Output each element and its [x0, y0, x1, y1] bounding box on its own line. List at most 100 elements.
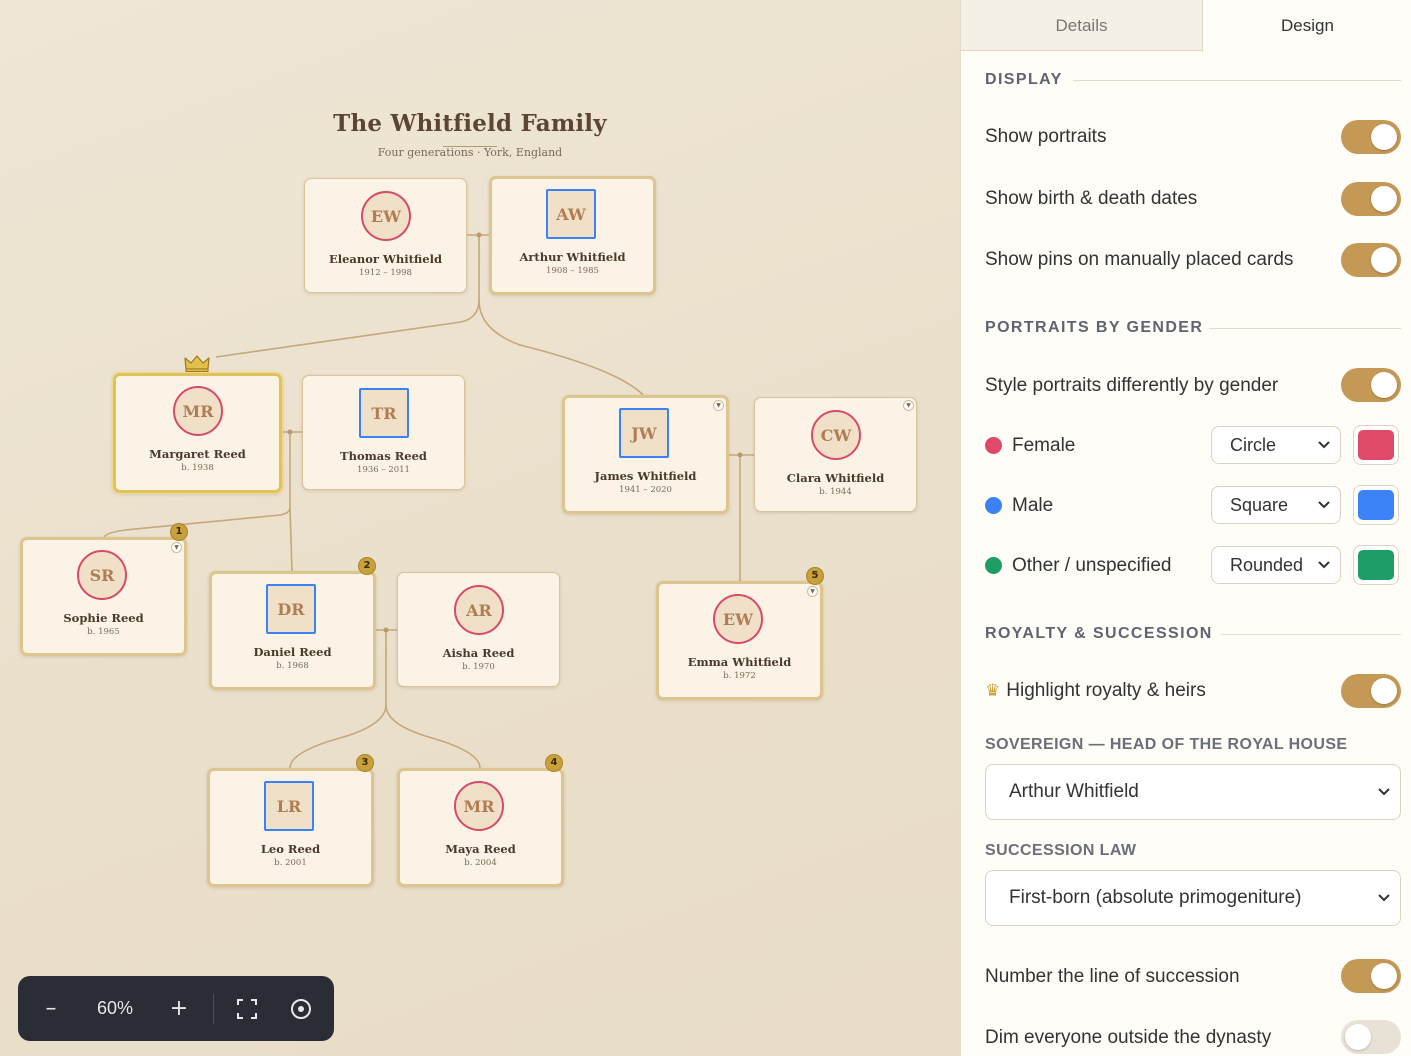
person-dates: 1912 – 1998	[359, 268, 412, 278]
person-card-aisha[interactable]: AR Aisha Reed b. 1970	[397, 572, 560, 687]
toolbar-divider	[213, 994, 214, 1024]
show-dates-toggle[interactable]	[1341, 182, 1401, 216]
person-dates: 1936 – 2011	[357, 465, 410, 475]
pin-icon[interactable]: ▼	[713, 400, 724, 411]
show-portraits-label: Show portraits	[985, 126, 1107, 147]
person-name: Daniel Reed	[253, 645, 332, 659]
person-card-arthur[interactable]: AW Arthur Whitfield 1908 – 1985	[489, 176, 656, 295]
tree-subtitle: Four generations · York, England	[377, 146, 563, 159]
succession-law-label: SUCCESSION LAW	[985, 842, 1137, 859]
male-shape-value: Square	[1230, 494, 1289, 515]
tab-design[interactable]: Design	[1202, 0, 1411, 52]
zoom-level: 60%	[96, 998, 134, 1018]
crown-icon: ♛	[985, 681, 1001, 700]
succession-badge: 2	[358, 557, 376, 575]
show-dates-label: Show birth & death dates	[985, 188, 1198, 209]
succession-law-select[interactable]: First-born (absolute primogeniture)	[985, 870, 1401, 926]
female-shape-select[interactable]: Circle	[1211, 426, 1341, 464]
person-card-margaret[interactable]: MR Margaret Reed b. 1938	[113, 373, 282, 493]
person-card-james[interactable]: JW James Whitfield 1941 – 2020 ▼	[562, 395, 729, 514]
union-dot	[287, 429, 293, 435]
portrait-emma: EW	[713, 594, 763, 644]
female-color-dot	[985, 437, 1002, 454]
other-shape-value: Rounded	[1230, 554, 1304, 575]
portrait-margaret: MR	[173, 386, 223, 436]
other-color-swatch[interactable]	[1353, 545, 1399, 585]
sovereign-label: SOVEREIGN — HEAD OF THE ROYAL HOUSE	[985, 736, 1348, 753]
tree-title: The Whitfield Family	[333, 110, 607, 137]
tree-canvas[interactable]: The Whitfield Family Four generations · …	[0, 0, 960, 1056]
person-card-leo[interactable]: LR Leo Reed b. 2001	[207, 768, 374, 887]
person-name: James Whitfield	[594, 469, 697, 483]
highlight-royalty-toggle[interactable]	[1341, 674, 1401, 708]
person-card-sophie[interactable]: SR Sophie Reed b. 1965 ▼	[20, 537, 187, 656]
person-card-eleanor[interactable]: EW Eleanor Whitfield 1912 – 1998	[304, 178, 467, 293]
union-dot	[737, 452, 743, 458]
target-icon	[291, 998, 311, 1019]
side-panel: Details Design DISPLAY Show portraits Sh…	[960, 0, 1411, 1056]
person-name: Maya Reed	[445, 842, 516, 856]
person-dates: b. 1972	[723, 671, 756, 681]
connector-line	[289, 507, 293, 573]
pin-icon[interactable]: ▼	[807, 586, 818, 597]
portrait-james: JW	[619, 408, 669, 458]
person-name: Arthur Whitfield	[519, 250, 626, 264]
section-divider	[1073, 80, 1401, 81]
dim-outside-toggle[interactable]	[1341, 1020, 1401, 1054]
fit-screen-button[interactable]	[228, 976, 266, 1041]
chevron-down-icon	[1378, 788, 1390, 796]
pin-icon[interactable]: ▼	[903, 400, 914, 411]
male-label: Male	[1012, 495, 1054, 516]
style-by-gender-label: Style portraits differently by gender	[985, 375, 1279, 396]
sovereign-value: Arthur Whitfield	[1009, 781, 1139, 802]
number-succession-label: Number the line of succession	[985, 966, 1240, 987]
male-shape-select[interactable]: Square	[1211, 486, 1341, 524]
highlight-royalty-text: Highlight royalty & heirs	[1006, 680, 1206, 701]
person-name: Emma Whitfield	[687, 655, 792, 669]
tab-details[interactable]: Details	[961, 0, 1202, 51]
section-divider	[1209, 328, 1401, 329]
person-dates: b. 1938	[181, 463, 214, 473]
fit-screen-icon	[237, 998, 257, 1019]
person-card-daniel[interactable]: DR Daniel Reed b. 1968	[209, 571, 376, 690]
portrait-aisha: AR	[454, 585, 504, 635]
other-shape-select[interactable]: Rounded	[1211, 546, 1341, 584]
show-portraits-toggle[interactable]	[1341, 120, 1401, 154]
portrait-maya: MR	[454, 781, 504, 831]
style-by-gender-toggle[interactable]	[1341, 368, 1401, 402]
person-name: Margaret Reed	[149, 447, 246, 461]
succession-badge: 3	[356, 754, 374, 772]
zoom-out-button[interactable]: –	[32, 976, 70, 1041]
person-name: Clara Whitfield	[786, 471, 885, 485]
male-color-swatch[interactable]	[1353, 485, 1399, 525]
male-color-dot	[985, 497, 1002, 514]
chevron-down-icon	[1318, 441, 1330, 449]
person-dates: 1908 – 1985	[546, 266, 599, 276]
succession-law-value: First-born (absolute primogeniture)	[1009, 887, 1302, 908]
other-label: Other / unspecified	[1012, 555, 1172, 576]
section-divider	[1221, 634, 1401, 635]
person-card-clara[interactable]: CW Clara Whitfield b. 1944 ▼	[754, 397, 917, 512]
female-label: Female	[1012, 435, 1076, 456]
pin-icon[interactable]: ▼	[171, 542, 182, 553]
person-name: Thomas Reed	[340, 449, 427, 463]
crown-icon	[184, 355, 210, 372]
person-dates: b. 2001	[274, 858, 307, 868]
portrait-sophie: SR	[77, 550, 127, 600]
panel-tabs: Details Design	[961, 0, 1411, 52]
highlight-royalty-label: ♛ Highlight royalty & heirs	[985, 680, 1206, 702]
person-card-maya[interactable]: MR Maya Reed b. 2004	[397, 768, 564, 887]
person-card-thomas[interactable]: TR Thomas Reed 1936 – 2011	[302, 375, 465, 490]
chevron-down-icon	[1318, 561, 1330, 569]
number-succession-toggle[interactable]	[1341, 959, 1401, 993]
show-pins-toggle[interactable]	[1341, 243, 1401, 277]
center-view-button[interactable]	[282, 976, 320, 1041]
person-card-emma[interactable]: EW Emma Whitfield b. 1972 ▼	[656, 581, 823, 700]
female-color-swatch[interactable]	[1353, 425, 1399, 465]
succession-badge: 1	[170, 523, 188, 541]
portrait-daniel: DR	[266, 584, 316, 634]
zoom-in-button[interactable]: +	[160, 976, 198, 1041]
person-name: Eleanor Whitfield	[328, 252, 443, 266]
sovereign-select[interactable]: Arthur Whitfield	[985, 764, 1401, 820]
other-color-dot	[985, 557, 1002, 574]
